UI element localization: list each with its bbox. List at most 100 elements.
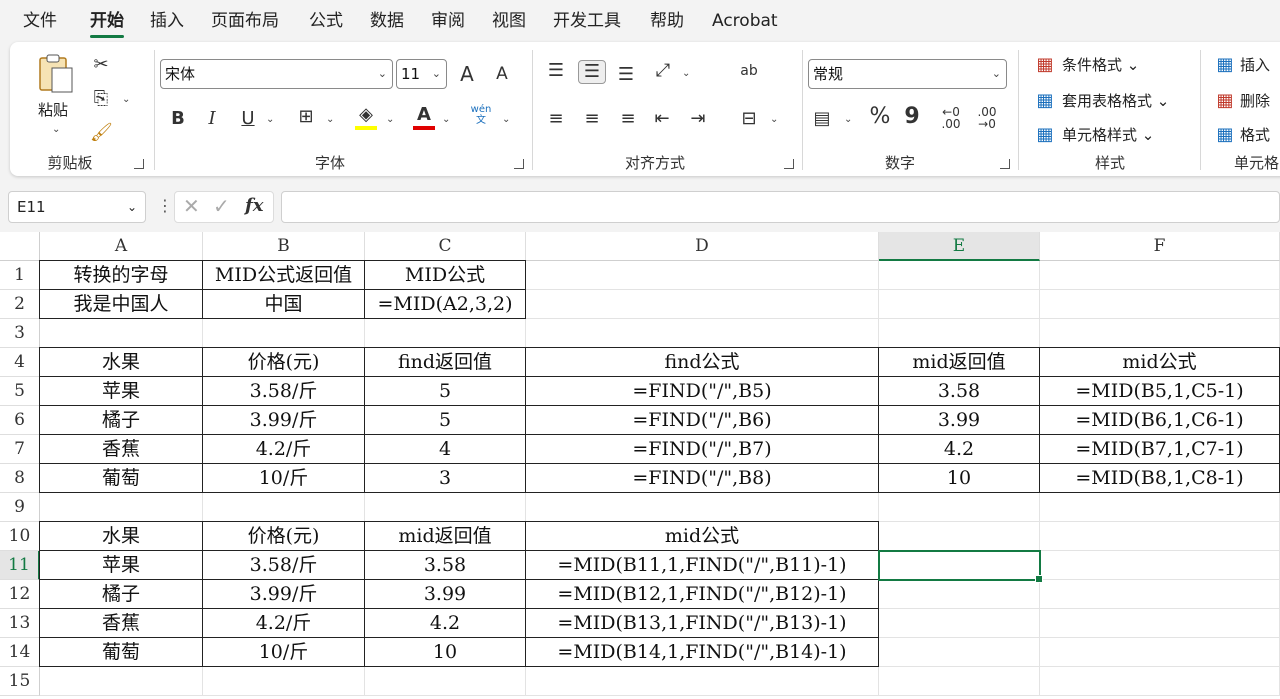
row-header-11[interactable]: 11: [0, 551, 40, 580]
column-header-b[interactable]: B: [203, 232, 365, 261]
cell-c9[interactable]: [365, 493, 526, 522]
cell-c13[interactable]: 4.2: [364, 608, 526, 638]
cell-a9[interactable]: [40, 493, 203, 522]
align-center-icon[interactable]: ≡: [580, 108, 604, 130]
percent-style-button[interactable]: %: [868, 106, 892, 128]
cell-d1[interactable]: [526, 261, 879, 290]
format-cells-icon[interactable]: ▦: [1214, 124, 1236, 146]
font-size-combo[interactable]: 11 ⌄: [396, 59, 447, 89]
column-header-a[interactable]: A: [40, 232, 203, 261]
menu-data[interactable]: 数据: [370, 10, 404, 32]
cell-style-icon[interactable]: ▦: [1034, 124, 1056, 146]
cell-d8[interactable]: =FIND("/",B8): [525, 463, 879, 493]
column-header-f[interactable]: F: [1040, 232, 1280, 261]
menu-view[interactable]: 视图: [492, 10, 526, 32]
accounting-chevron-down-icon[interactable]: ⌄: [844, 114, 852, 126]
font-color-icon[interactable]: A: [412, 104, 436, 130]
increase-indent-icon[interactable]: ⇥: [686, 108, 710, 130]
align-middle-icon[interactable]: ☰: [578, 60, 606, 84]
cell-c10[interactable]: mid返回值: [364, 521, 526, 551]
borders-icon[interactable]: ⊞: [294, 106, 318, 128]
menu-developer[interactable]: 开发工具: [553, 10, 621, 32]
cell-b9[interactable]: [203, 493, 365, 522]
format-painter-icon[interactable]: 🖌: [90, 122, 113, 144]
menu-formulas[interactable]: 公式: [309, 10, 343, 32]
cell-a2[interactable]: 我是中国人: [39, 289, 203, 319]
cell-f12[interactable]: [1040, 580, 1280, 609]
cell-d10[interactable]: mid公式: [525, 521, 879, 551]
menu-insert[interactable]: 插入: [150, 10, 184, 32]
cell-f5[interactable]: =MID(B5,1,C5-1): [1039, 376, 1280, 406]
cell-c4[interactable]: find返回值: [364, 347, 526, 377]
cell-b12[interactable]: 3.99/斤: [202, 579, 365, 609]
menu-file[interactable]: 文件: [23, 10, 57, 32]
wrap-text-icon[interactable]: ab: [736, 60, 762, 82]
number-launcher-icon[interactable]: [1000, 159, 1010, 169]
table-format-button[interactable]: 套用表格格式 ⌄: [1062, 91, 1169, 111]
align-bottom-icon[interactable]: ☰: [614, 64, 638, 86]
cell-f1[interactable]: [1040, 261, 1280, 290]
menu-help[interactable]: 帮助: [650, 10, 684, 32]
bold-button[interactable]: B: [168, 108, 188, 130]
comma-style-button[interactable]: 9: [902, 106, 922, 128]
cell-e8[interactable]: 10: [878, 463, 1040, 493]
menu-acrobat[interactable]: Acrobat: [712, 10, 778, 32]
formula-input[interactable]: [281, 191, 1280, 223]
cell-c7[interactable]: 4: [364, 434, 526, 464]
row-header-8[interactable]: 8: [0, 464, 40, 493]
underline-button[interactable]: U: [238, 108, 258, 130]
cell-d4[interactable]: find公式: [525, 347, 879, 377]
cell-c11[interactable]: 3.58: [364, 550, 526, 580]
row-header-9[interactable]: 9: [0, 493, 40, 522]
cell-e3[interactable]: [879, 319, 1040, 348]
cell-d5[interactable]: =FIND("/",B5): [525, 376, 879, 406]
cell-a10[interactable]: 水果: [39, 521, 203, 551]
row-header-12[interactable]: 12: [0, 580, 40, 609]
cell-d14[interactable]: =MID(B14,1,FIND("/",B14)-1): [525, 637, 879, 667]
cell-d12[interactable]: =MID(B12,1,FIND("/",B12)-1): [525, 579, 879, 609]
cell-c2[interactable]: =MID(A2,3,2): [364, 289, 526, 319]
merge-center-icon[interactable]: ⊟: [736, 108, 762, 130]
row-header-4[interactable]: 4: [0, 348, 40, 377]
cell-e4[interactable]: mid返回值: [878, 347, 1040, 377]
cell-f10[interactable]: [1040, 522, 1280, 551]
align-right-icon[interactable]: ≡: [616, 108, 640, 130]
cell-b7[interactable]: 4.2/斤: [202, 434, 365, 464]
cell-b14[interactable]: 10/斤: [202, 637, 365, 667]
cell-f14[interactable]: [1040, 638, 1280, 667]
delete-cells-button[interactable]: 删除: [1240, 91, 1270, 111]
row-header-6[interactable]: 6: [0, 406, 40, 435]
cell-f7[interactable]: =MID(B7,1,C7-1): [1039, 434, 1280, 464]
cell-b3[interactable]: [203, 319, 365, 348]
column-header-d[interactable]: D: [526, 232, 879, 261]
copy-icon[interactable]: ⎘: [90, 88, 112, 110]
cell-f2[interactable]: [1040, 290, 1280, 319]
conditional-format-icon[interactable]: ▦: [1034, 54, 1056, 76]
alignment-launcher-icon[interactable]: [784, 159, 794, 169]
row-header-14[interactable]: 14: [0, 638, 40, 667]
cell-c1[interactable]: MID公式: [364, 260, 526, 290]
cell-b1[interactable]: MID公式返回值: [202, 260, 365, 290]
cell-e10[interactable]: [879, 522, 1040, 551]
menu-home[interactable]: 开始: [90, 10, 124, 38]
cell-e6[interactable]: 3.99: [878, 405, 1040, 435]
cell-e2[interactable]: [879, 290, 1040, 319]
font-launcher-icon[interactable]: [514, 159, 524, 169]
cell-c14[interactable]: 10: [364, 637, 526, 667]
row-header-15[interactable]: 15: [0, 667, 40, 696]
cell-b4[interactable]: 价格(元): [202, 347, 365, 377]
cell-b2[interactable]: 中国: [202, 289, 365, 319]
cell-c15[interactable]: [365, 667, 526, 696]
cell-a4[interactable]: 水果: [39, 347, 203, 377]
cell-f6[interactable]: =MID(B6,1,C6-1): [1039, 405, 1280, 435]
phonetic-chevron-down-icon[interactable]: ⌄: [502, 114, 510, 126]
cell-b10[interactable]: 价格(元): [202, 521, 365, 551]
cell-e14[interactable]: [879, 638, 1040, 667]
font-color-chevron-down-icon[interactable]: ⌄: [442, 114, 450, 126]
cell-e9[interactable]: [879, 493, 1040, 522]
cell-f8[interactable]: =MID(B8,1,C8-1): [1039, 463, 1280, 493]
grow-font-icon[interactable]: A: [455, 63, 479, 85]
cell-c12[interactable]: 3.99: [364, 579, 526, 609]
cell-a1[interactable]: 转换的字母: [39, 260, 203, 290]
insert-cells-button[interactable]: 插入: [1240, 55, 1270, 75]
